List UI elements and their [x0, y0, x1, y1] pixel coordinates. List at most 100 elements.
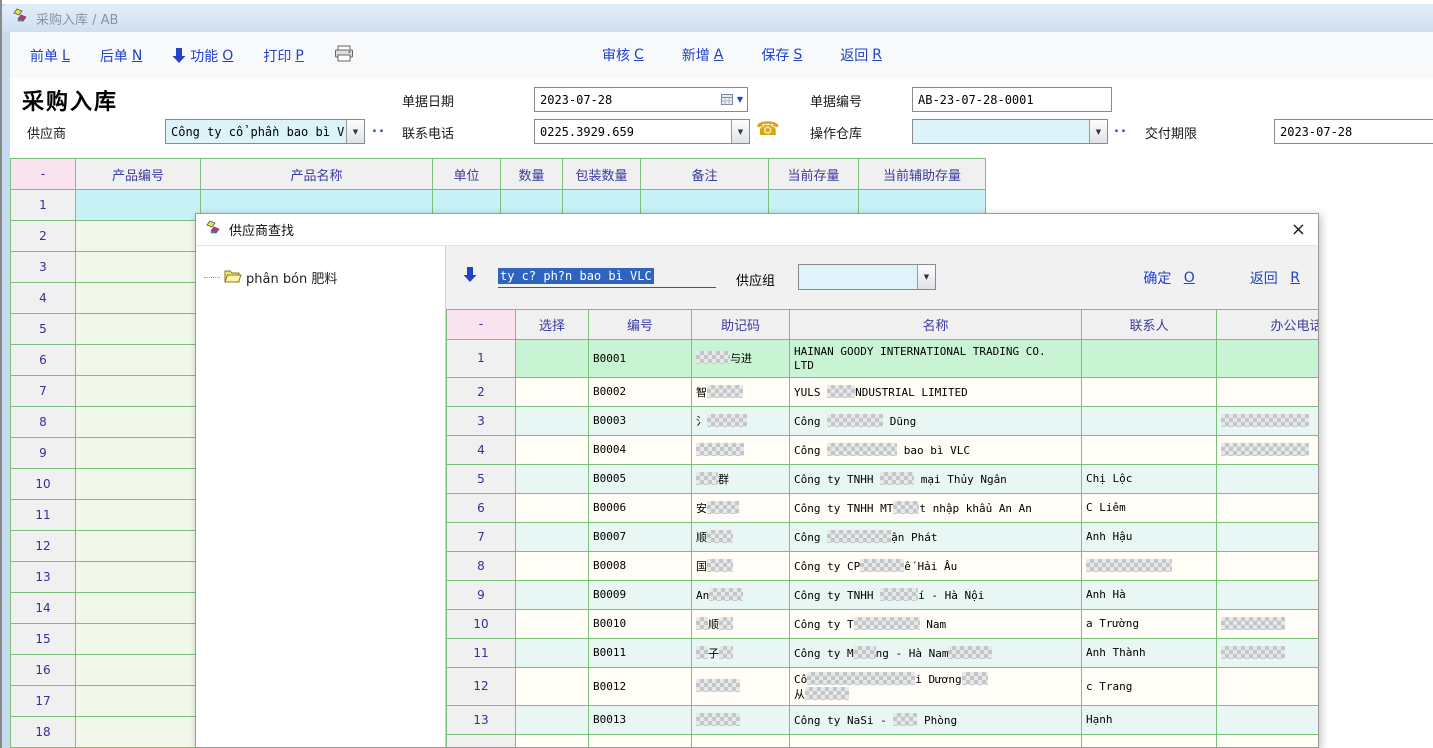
row-number[interactable]: 10	[11, 469, 76, 500]
supplier-mnemonic[interactable]	[692, 436, 790, 465]
supplier-code[interactable]: B0008	[589, 552, 692, 581]
supplier-phone[interactable]	[1217, 465, 1319, 494]
row-number[interactable]: 6	[447, 494, 516, 523]
supplier-name[interactable]: Công ty TNHH í - Hà Nội	[790, 581, 1082, 610]
supplier-name[interactable]: Công ty Mng - Hà Nam	[790, 639, 1082, 668]
supplier-mnemonic[interactable]: 氵	[692, 407, 790, 436]
select-cell[interactable]	[516, 494, 589, 523]
supplier-name[interactable]: Công ty NaSi - Phòng	[790, 706, 1082, 735]
warehouse-lookup-link[interactable]: ..	[1114, 121, 1128, 136]
row-number[interactable]: 9	[447, 581, 516, 610]
supplier-contact[interactable]: C Liêm	[1082, 494, 1217, 523]
supplier-name[interactable]: Công ty CPế Hải Âu	[790, 552, 1082, 581]
supplier-name[interactable]: YULS NDUSTRIAL LIMITED	[790, 378, 1082, 407]
row-number[interactable]: 1	[11, 190, 76, 221]
supplier-code[interactable]: B0002	[589, 378, 692, 407]
supplier-name[interactable]: Công ty TNHH MTt nhập khẩu An An	[790, 494, 1082, 523]
supplier-name[interactable]: Công Dũng	[790, 407, 1082, 436]
supplier-mnemonic[interactable]	[692, 706, 790, 735]
row-number[interactable]: 15	[11, 624, 76, 655]
supplier-contact[interactable]: a Trường	[1082, 610, 1217, 639]
supplier-contact[interactable]: Anh Hà	[1082, 581, 1217, 610]
row-number[interactable]: 18	[11, 717, 76, 748]
select-cell[interactable]	[516, 639, 589, 668]
supplier-contact[interactable]: c Trang	[1082, 668, 1217, 706]
audit-button[interactable]: 审核C	[602, 45, 644, 65]
supplier-phone[interactable]	[1217, 639, 1319, 668]
row-number[interactable]: 17	[11, 686, 76, 717]
row-number[interactable]: 10	[447, 610, 516, 639]
doc-no-input[interactable]: AB-23-07-28-0001	[912, 87, 1112, 112]
row-number[interactable]: 5	[11, 314, 76, 345]
supplier-table-cell[interactable]	[589, 735, 692, 748]
supplier-name[interactable]: Công ty T Nam	[790, 610, 1082, 639]
doc-date-combo[interactable]: 2023-07-28 ▼	[534, 87, 748, 112]
supplier-phone[interactable]	[1217, 668, 1319, 706]
row-number[interactable]: 6	[11, 345, 76, 376]
row-number[interactable]: 13	[11, 562, 76, 593]
functions-menu-button[interactable]: 功能O	[172, 46, 233, 66]
row-number[interactable]: 2	[11, 221, 76, 252]
supplier-code[interactable]: B0001	[589, 340, 692, 378]
product-grid-cell[interactable]	[76, 500, 201, 531]
phone-dropdown-button[interactable]: ▼	[731, 120, 749, 143]
print-button[interactable]: 打印P	[263, 46, 303, 66]
supplier-phone[interactable]	[1217, 340, 1319, 378]
row-number[interactable]	[447, 735, 516, 748]
phone-combo[interactable]: 0225.3929.659 ▼	[534, 119, 750, 144]
supplier-phone[interactable]	[1217, 610, 1319, 639]
supplier-contact[interactable]	[1082, 378, 1217, 407]
product-grid-cell[interactable]	[76, 190, 201, 221]
supplier-phone[interactable]	[1217, 494, 1319, 523]
supplier-contact[interactable]	[1082, 552, 1217, 581]
select-cell[interactable]	[516, 668, 589, 706]
supplier-name[interactable]: HAINAN GOODY INTERNATIONAL TRADING CO.LT…	[790, 340, 1082, 378]
supplier-contact[interactable]: Anh Hậu	[1082, 523, 1217, 552]
select-cell[interactable]	[516, 378, 589, 407]
supplier-mnemonic[interactable]: 子	[692, 639, 790, 668]
row-number[interactable]: 2	[447, 378, 516, 407]
supplier-group-combo[interactable]: ▼	[798, 264, 936, 290]
supplier-name[interactable]: Công bao bì VLC	[790, 436, 1082, 465]
product-grid-cell[interactable]	[76, 252, 201, 283]
supplier-contact[interactable]	[1082, 436, 1217, 465]
row-number[interactable]: 14	[11, 593, 76, 624]
supplier-table-cell[interactable]	[790, 735, 1082, 748]
printer-icon[interactable]	[334, 45, 354, 66]
row-number[interactable]: 4	[447, 436, 516, 465]
supplier-table-cell[interactable]	[516, 735, 589, 748]
supplier-phone[interactable]	[1217, 552, 1319, 581]
supplier-combo[interactable]: Công ty cổ phần bao bì V ▼	[165, 119, 365, 144]
back-button[interactable]: 返回 R	[1250, 268, 1300, 288]
calendar-dropdown-button[interactable]: ▼	[721, 94, 747, 106]
supplier-name[interactable]: Công ận Phát	[790, 523, 1082, 552]
supplier-mnemonic[interactable]: 国	[692, 552, 790, 581]
product-grid-cell[interactable]	[76, 407, 201, 438]
supplier-lookup-link[interactable]: ..	[372, 121, 386, 136]
close-icon[interactable]: ×	[1291, 221, 1306, 239]
supplier-mnemonic[interactable]: 安	[692, 494, 790, 523]
supplier-table-cell[interactable]	[1217, 735, 1319, 748]
select-cell[interactable]	[516, 340, 589, 378]
row-number[interactable]: 11	[11, 500, 76, 531]
row-number[interactable]: 7	[11, 376, 76, 407]
row-number[interactable]: 8	[447, 552, 516, 581]
product-grid-cell[interactable]	[76, 283, 201, 314]
supplier-contact[interactable]	[1082, 340, 1217, 378]
product-grid-cell[interactable]	[76, 562, 201, 593]
supplier-code[interactable]: B0011	[589, 639, 692, 668]
warehouse-combo[interactable]: ▼	[912, 119, 1108, 144]
supplier-mnemonic[interactable]: 智	[692, 378, 790, 407]
product-grid-cell[interactable]	[76, 531, 201, 562]
supplier-mnemonic[interactable]	[692, 668, 790, 706]
row-number[interactable]: 3	[11, 252, 76, 283]
row-number[interactable]: 8	[11, 407, 76, 438]
row-number[interactable]: 1	[447, 340, 516, 378]
warehouse-dropdown-button[interactable]: ▼	[1089, 120, 1107, 143]
supplier-code[interactable]: B0009	[589, 581, 692, 610]
select-cell[interactable]	[516, 523, 589, 552]
supplier-phone[interactable]	[1217, 378, 1319, 407]
product-grid-cell[interactable]	[76, 717, 201, 748]
supplier-phone[interactable]	[1217, 407, 1319, 436]
row-number[interactable]: 12	[11, 531, 76, 562]
